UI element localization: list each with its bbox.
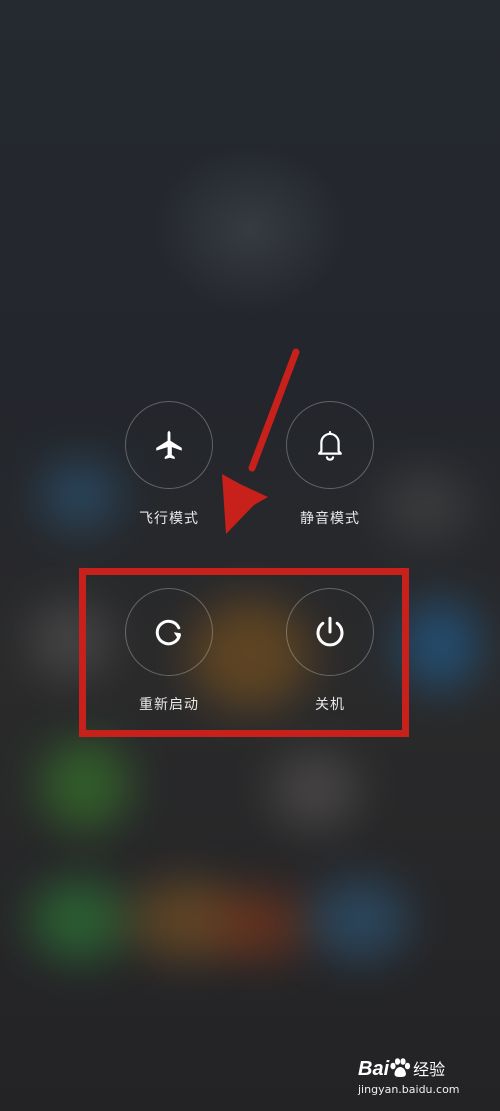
baidu-jingyan-watermark: Bai 经验 jingyan.baidu.com bbox=[358, 1056, 478, 1096]
annotation-arrow bbox=[222, 348, 300, 534]
paw-icon bbox=[390, 1058, 411, 1077]
watermark-logo: Bai 经验 bbox=[358, 1056, 478, 1081]
watermark-logo-text: Bai bbox=[358, 1058, 390, 1080]
watermark-logo-text-2: 经验 bbox=[413, 1062, 446, 1079]
power-menu-screen: 飞行模式 静音模式 重新启动 关机 Bai 经验 jingyan.baidu.c… bbox=[0, 0, 500, 1111]
watermark-site: jingyan.baidu.com bbox=[358, 1083, 460, 1096]
